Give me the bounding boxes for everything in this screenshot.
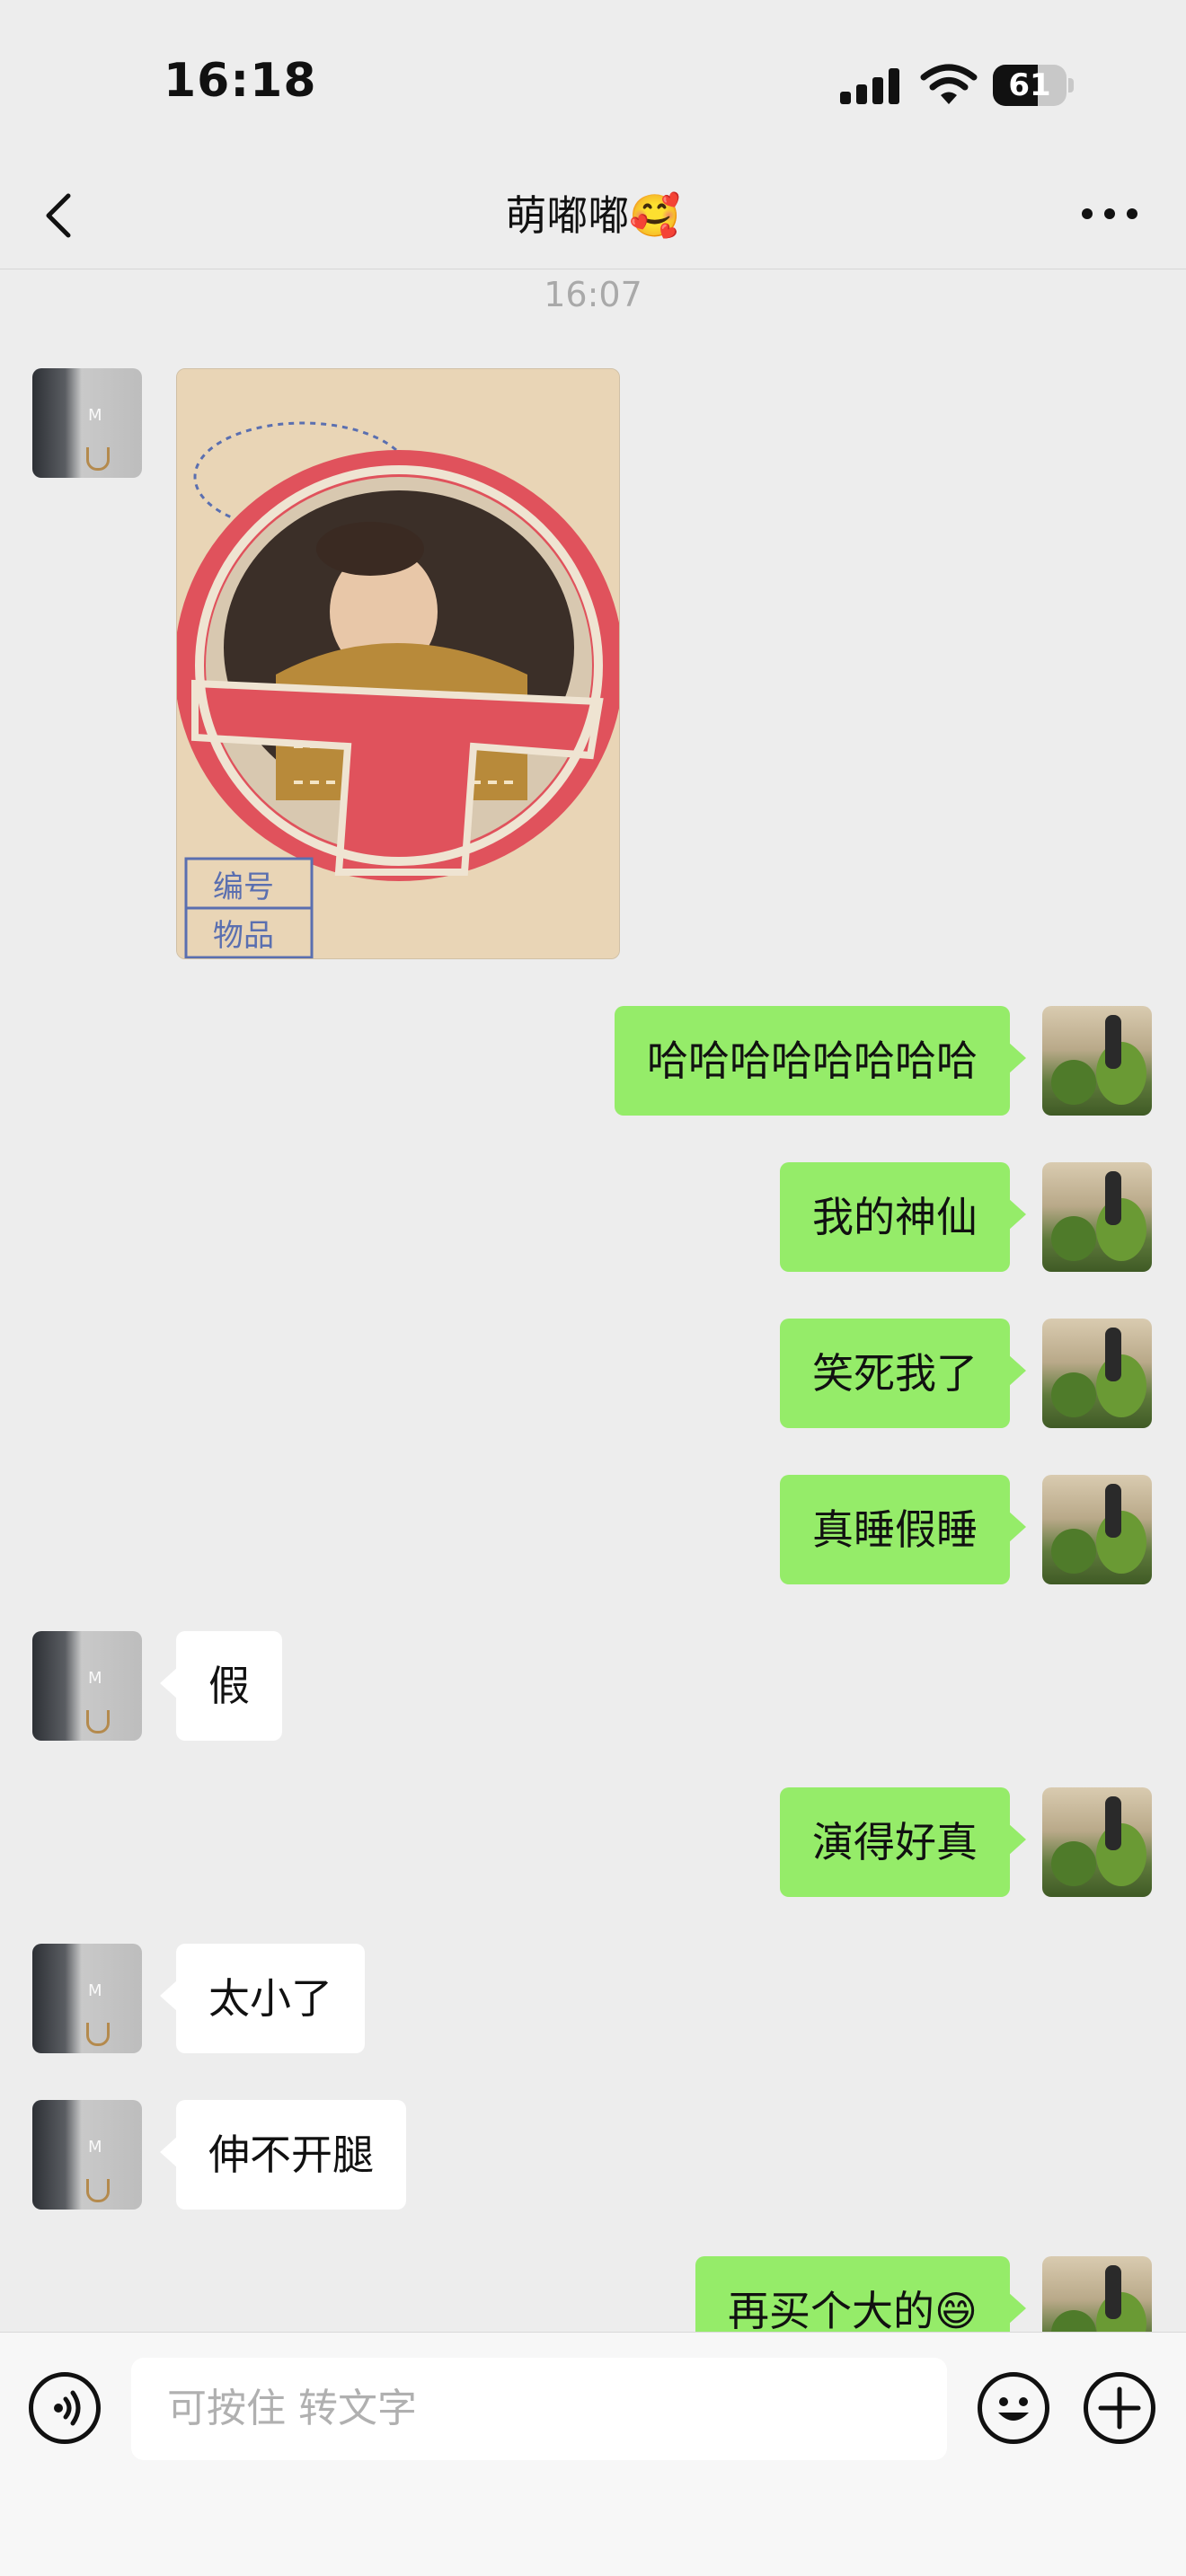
message-bubble-self[interactable]: 笑死我了 <box>780 1319 1026 1428</box>
avatar-contact[interactable]: M <box>32 1944 142 2053</box>
avatar-self[interactable] <box>1042 1475 1152 1584</box>
message-row: 哈哈哈哈哈哈哈哈 <box>0 1006 1186 1117</box>
chat-title: 萌嘟嘟🥰 <box>505 191 681 240</box>
message-row: M 太小了 <box>0 1944 1186 2055</box>
avatar-self[interactable] <box>1042 2256 1152 2332</box>
message-row: M 伸不开腿 <box>0 2100 1186 2211</box>
message-row: 再买个大的😄 <box>0 2256 1186 2332</box>
message-row: 真睡假睡 <box>0 1475 1186 1586</box>
message-bubble-other[interactable]: 太小了 <box>160 1944 365 2053</box>
avatar-self[interactable] <box>1042 1787 1152 1897</box>
message-list[interactable]: 16:07 M 编号 物品 哈哈哈哈哈哈哈哈 我的神仙 笑死我了 真睡假睡 M … <box>0 269 1186 2332</box>
message-timestamp: 16:07 <box>544 275 642 314</box>
photo-label-wupin: 物品 <box>213 918 274 954</box>
wifi-icon <box>920 64 978 104</box>
message-bubble-other[interactable]: 假 <box>160 1631 282 1741</box>
avatar-self[interactable] <box>1042 1162 1152 1272</box>
more-dots-icon[interactable] <box>1078 207 1141 225</box>
message-input-placeholder: 可按住 转文字 <box>167 2386 417 2431</box>
avatar-contact[interactable]: M <box>32 1631 142 1741</box>
message-bubble-self[interactable]: 我的神仙 <box>780 1162 1026 1272</box>
input-bar: 可按住 转文字 <box>0 2332 1186 2576</box>
message-bubble-self[interactable]: 再买个大的😄 <box>695 2256 1026 2332</box>
plus-icon[interactable] <box>1084 2372 1155 2444</box>
message-bubble-other[interactable]: 伸不开腿 <box>160 2100 406 2210</box>
avatar-contact[interactable]: M <box>32 368 142 478</box>
message-bubble-self[interactable]: 哈哈哈哈哈哈哈哈 <box>615 1006 1026 1116</box>
battery-icon: 61 <box>993 65 1074 106</box>
status-time: 16:18 <box>164 54 317 108</box>
emoji-icon[interactable] <box>978 2372 1049 2444</box>
voice-input-icon[interactable] <box>29 2372 101 2444</box>
photo-image: 编号 物品 <box>177 369 619 958</box>
photo-message[interactable]: 编号 物品 <box>176 368 620 959</box>
message-bubble-self[interactable]: 真睡假睡 <box>780 1475 1026 1584</box>
message-row: M 假 <box>0 1631 1186 1742</box>
message-row: 笑死我了 <box>0 1319 1186 1430</box>
message-bubble-self[interactable]: 演得好真 <box>780 1787 1026 1897</box>
avatar-self[interactable] <box>1042 1319 1152 1428</box>
message-row: 我的神仙 <box>0 1162 1186 1274</box>
message-input[interactable]: 可按住 转文字 <box>131 2358 947 2460</box>
message-row: 演得好真 <box>0 1787 1186 1899</box>
cellular-signal-icon <box>840 68 903 104</box>
battery-level: 61 <box>1008 67 1051 103</box>
avatar-self[interactable] <box>1042 1006 1152 1116</box>
status-bar: 16:18 61 <box>0 0 1186 162</box>
avatar-contact[interactable]: M <box>32 2100 142 2210</box>
photo-label-bianhao: 编号 <box>213 869 274 905</box>
chat-header: 萌嘟嘟🥰 <box>0 162 1186 269</box>
